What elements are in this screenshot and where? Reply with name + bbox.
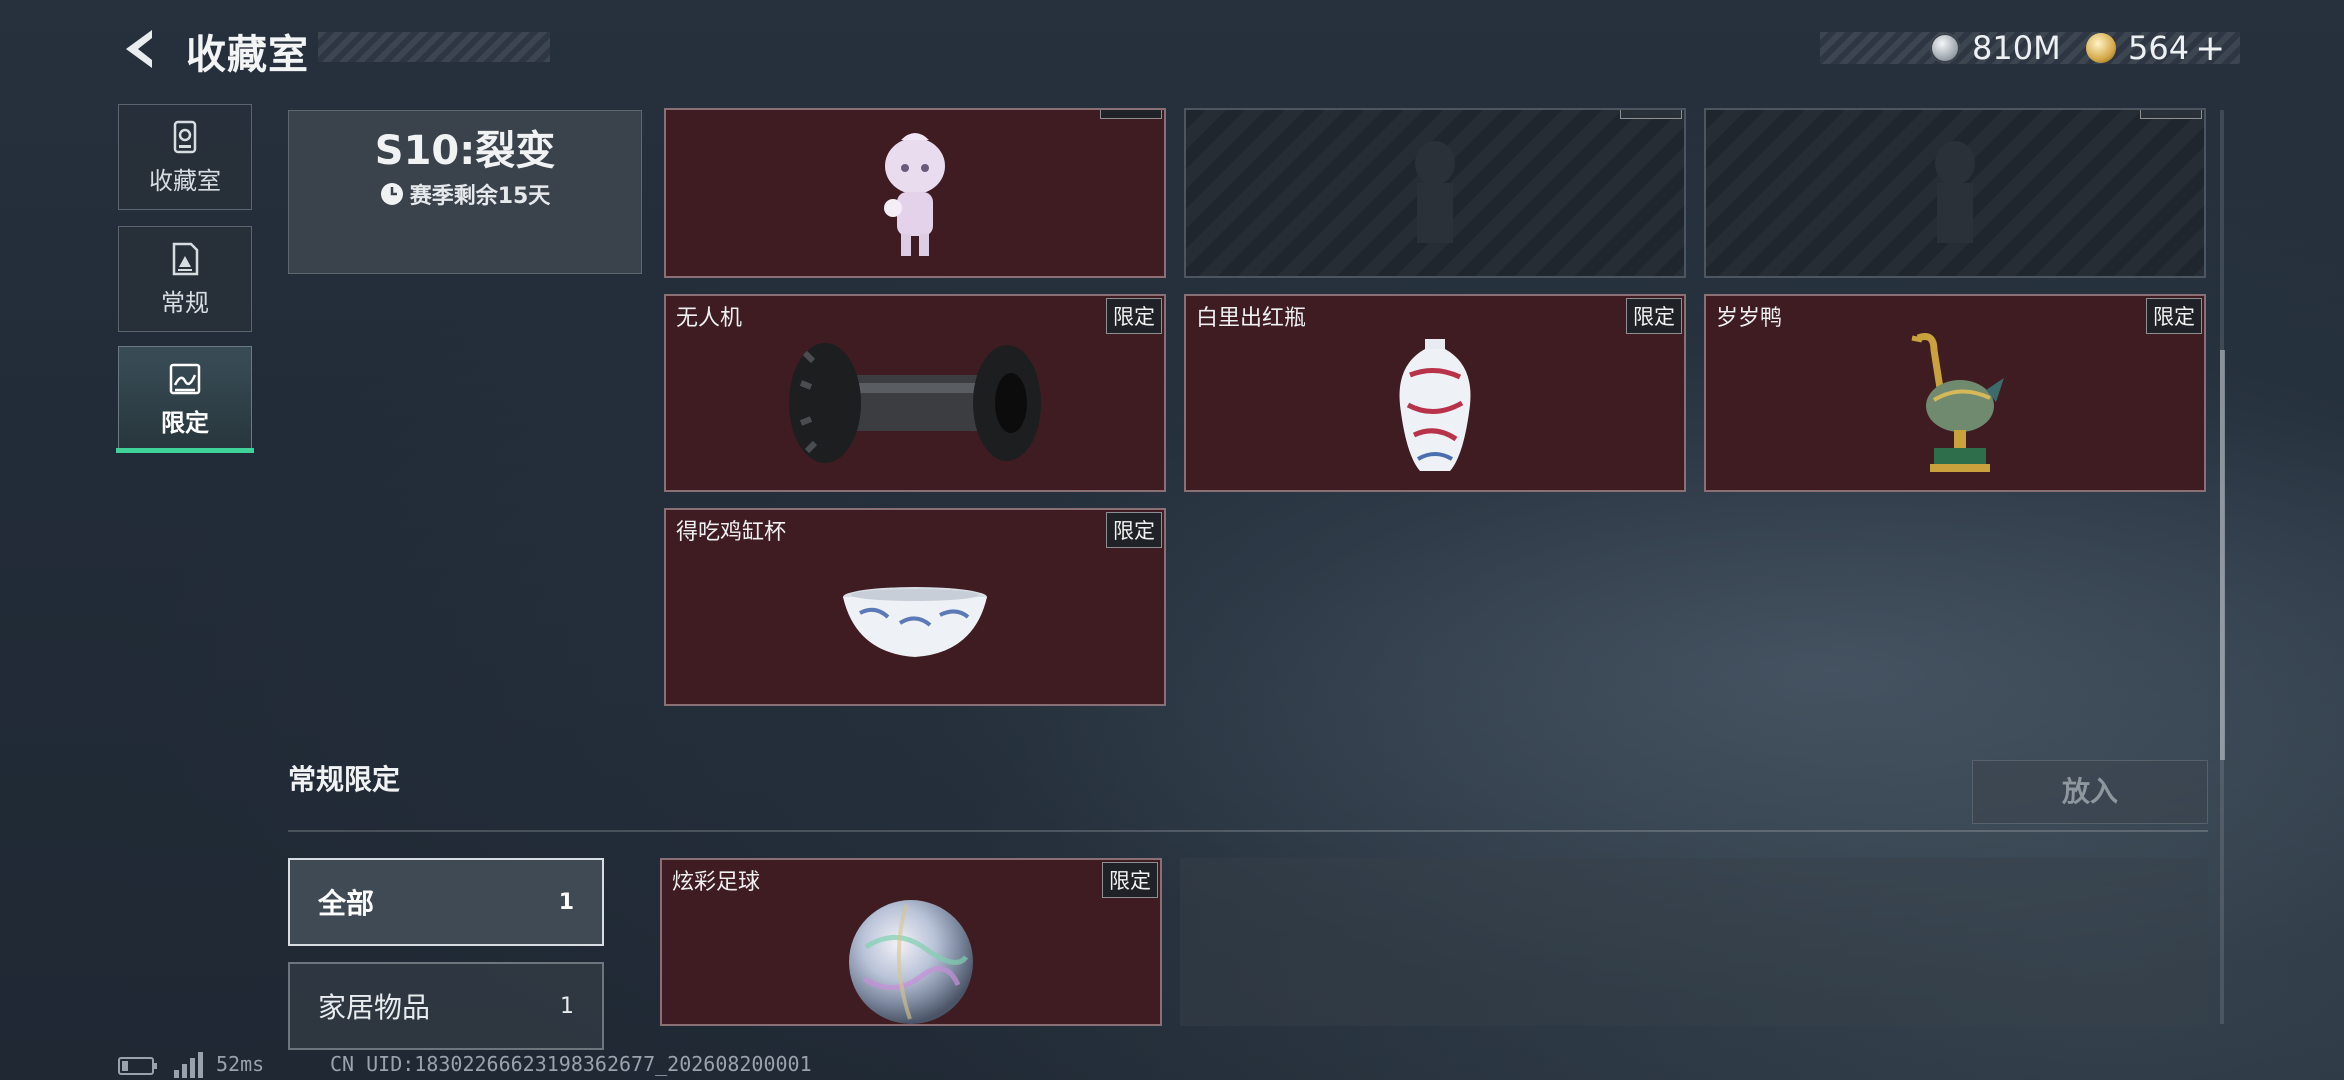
locked-silhouette-icon [1415,141,1455,243]
empty-slot-area [1180,858,2208,1026]
silver-currency-value: 810M [1972,29,2061,67]
image-icon [169,363,201,395]
tag-badge [1620,110,1682,119]
drone-roller-icon [789,342,1041,463]
nav-item-regular[interactable]: 常规 [118,226,252,332]
gold-currency-value: 564 [2128,29,2190,67]
card-name: 无人机 [676,306,743,331]
doll-figurine-icon [884,133,945,257]
back-arrow-icon[interactable] [118,26,162,72]
filter-label: 家居物品 [318,991,431,1024]
nav-label: 限定 [161,409,209,437]
add-currency-icon[interactable]: + [2195,28,2225,69]
collection-card-vase[interactable]: 白里出红瓶 限定 [1184,294,1686,492]
cloisonne-duck-icon [1911,332,2004,472]
page-title: 收藏室 [186,32,309,78]
collection-card-ball[interactable]: 炫彩足球 限定 [660,858,1162,1026]
section-title: 常规限定 [288,763,401,796]
limited-tag: 限定 [1626,298,1682,334]
limited-tag: 限定 [2146,298,2202,334]
silver-currency: 810M [1930,26,2061,70]
card-name: 得吃鸡缸杯 [676,520,787,545]
limited-tag: 限定 [1106,512,1162,548]
clock-icon [380,183,403,205]
collection-card-cup[interactable]: 得吃鸡缸杯 限定 [664,508,1166,706]
ping-text: 52ms [216,1052,265,1076]
locked-card [1184,108,1686,278]
gold-currency[interactable]: 564 + [2086,26,2225,70]
put-in-button[interactable]: 放入 [1972,760,2208,824]
title-decoration [318,32,550,62]
battery-icon [118,1057,157,1075]
filter-count: 1 [560,993,574,1019]
section-divider [288,830,2208,832]
porcelain-cup-icon [843,586,987,657]
uid-text: CN UID:18302266623198362677_202608200001 [330,1052,812,1076]
silver-coin-icon [1930,33,1960,63]
nav-label: 常规 [161,289,209,317]
gold-coin-icon [2086,33,2116,63]
porcelain-vase-icon [1399,338,1471,471]
nav-label: 收藏室 [149,167,221,195]
signal-icon [174,1052,203,1078]
collection-card-drone[interactable]: 无人机 限定 [664,294,1166,492]
limited-tag: 限定 [1102,862,1158,898]
tag-badge [1100,110,1162,119]
card-name: 白里出红瓶 [1196,306,1307,331]
filter-label: 全部 [318,887,375,920]
locked-card [1704,108,2206,278]
nav-item-collection[interactable]: 收藏室 [118,104,252,210]
tag-badge [2140,110,2202,119]
document-icon [172,242,199,276]
iridescent-ball-icon [849,899,973,1024]
season-remaining-text: 赛季剩余15天 [409,184,551,209]
nav-active-indicator [116,448,254,453]
filter-all[interactable]: 全部 1 [288,858,604,946]
collection-card[interactable] [664,108,1166,278]
filter-count: 1 [558,889,574,915]
card-name: 炫彩足球 [672,870,761,895]
scrollbar-thumb[interactable] [2220,350,2225,760]
nav-item-limited[interactable]: 限定 [118,346,252,452]
filter-home-items[interactable]: 家居物品 1 [288,962,604,1050]
season-title: S10:裂变 [374,128,556,174]
collection-card-duck[interactable]: 岁岁鸭 限定 [1704,294,2206,492]
collection-icon [173,120,197,154]
locked-silhouette-icon [1935,141,1975,243]
season-remaining: 赛季剩余15天 [288,178,642,210]
limited-tag: 限定 [1106,298,1162,334]
card-name: 岁岁鸭 [1716,306,1783,331]
